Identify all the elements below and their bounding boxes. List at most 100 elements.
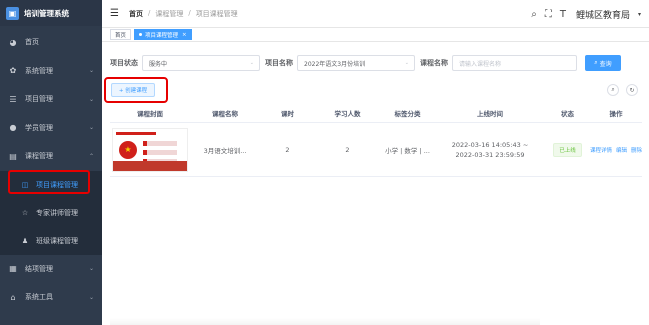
gear-icon: ✿ <box>9 66 17 76</box>
sidebar-item-home[interactable]: ◕ 首页 <box>0 28 102 57</box>
tag-project-course[interactable]: 项目课程管理 × <box>134 29 192 40</box>
sidebar-item-label: 课程管理 <box>25 152 53 161</box>
tags-view: 首页 项目课程管理 × <box>102 28 649 42</box>
breadcrumb: 首页 / 课程管理 / 项目课程管理 <box>128 8 238 19</box>
online-time-start: 2022-03-16 14:05:43 ~ <box>451 140 529 149</box>
column-header: 状态 <box>561 109 574 118</box>
sidebar-item-class-course[interactable]: ♟ 班级课程管理 <box>0 227 102 255</box>
navbar-right: ⌕ ⛶ T 鲤城区教育局 ▾ <box>531 0 641 28</box>
chevron-down-icon: ⌄ <box>88 67 94 75</box>
emblem-icon: ★ <box>119 140 137 159</box>
chevron-down-icon: ⌄ <box>88 124 94 132</box>
search-button[interactable]: ⌕ 查询 <box>585 55 621 71</box>
column-header: 课程名称 <box>212 109 238 118</box>
project-label: 项目名称 <box>265 59 293 67</box>
project-select-value: 2022年语文3月份培训 <box>304 60 366 68</box>
course-name-input[interactable]: 请输入课程名称 <box>452 55 577 71</box>
online-time-end: 2022-03-31 23:59:59 <box>455 150 525 159</box>
chevron-up-icon: ⌃ <box>88 152 94 160</box>
column-header: 课程封面 <box>137 109 163 118</box>
course-tags: 小学 | 数学 | ... <box>385 146 430 155</box>
search-toggle-icon[interactable]: ⌕ <box>607 84 619 96</box>
breadcrumb-item[interactable]: 首页 <box>129 9 143 19</box>
menu-toggle-icon[interactable]: ☰ <box>110 8 119 19</box>
course-cover-cell: ★ <box>110 127 190 172</box>
search-icon[interactable]: ⌕ <box>531 9 537 20</box>
operations-cell: 课程详情 编辑 删除 <box>590 146 642 154</box>
table-header: 课程封面 课程名称 课时 学习人数 标签分类 上线时间 状态 操作 <box>110 103 642 123</box>
navbar: ☰ 首页 / 课程管理 / 项目课程管理 ⌕ ⛶ T 鲤城区教育局 ▾ <box>102 0 649 28</box>
sidebar-item-label: 学员管理 <box>25 123 53 132</box>
status-label: 项目状态 <box>110 59 138 67</box>
app-logo[interactable]: ▣ 培训管理系统 <box>0 0 102 26</box>
star-icon: ☆ <box>21 208 29 217</box>
course-hours: 2 <box>285 145 290 154</box>
breadcrumb-item: 项目课程管理 <box>195 9 238 18</box>
sidebar-item-students[interactable]: ● 学员管理 ⌄ <box>0 114 102 143</box>
toolbox-icon: ⌂ <box>10 292 16 302</box>
org-dropdown[interactable]: 鲤城区教育局 <box>576 8 630 21</box>
course-name: 3月语文培训... <box>203 146 247 155</box>
column-header: 学习人数 <box>334 109 361 118</box>
sidebar-item-label: 系统工具 <box>25 293 53 302</box>
sidebar-item-label: 项目管理 <box>25 95 53 104</box>
chevron-down-icon: ⌄ <box>88 293 94 301</box>
course-label: 课程名称 <box>420 59 448 67</box>
table-row: ★ 3月语文培训... 2 2 小学 | 数学 | ... 2022-03-16… <box>110 123 642 177</box>
sidebar-item-closing[interactable]: ▦ 结项管理 ⌄ <box>0 255 102 284</box>
sidebar-item-system[interactable]: ✿ 系统管理 ⌄ <box>0 57 102 86</box>
sidebar-item-course[interactable]: ▤ 课程管理 ⌃ <box>0 142 102 171</box>
search-icon: ⌕ <box>594 59 598 66</box>
caret-down-icon[interactable]: ▾ <box>638 11 641 18</box>
logo-icon: ▣ <box>6 6 19 20</box>
sidebar-item-label: 班级课程管理 <box>36 236 78 245</box>
font-size-icon[interactable]: T <box>560 9 566 20</box>
project-select[interactable]: 2022年语文3月份培训 ⌄ <box>297 55 415 71</box>
status-badge: 已上线 <box>553 142 582 157</box>
user-icon: ● <box>9 123 17 133</box>
app-title: 培训管理系统 <box>24 8 69 18</box>
edit-link[interactable]: 编辑 <box>616 146 627 154</box>
tag-label: 首页 <box>115 32 127 39</box>
learner-count: 2 <box>345 145 350 154</box>
column-header: 课时 <box>281 109 294 118</box>
sidebar-item-project[interactable]: ☰ 项目管理 ⌄ <box>0 85 102 114</box>
column-header: 操作 <box>609 109 623 118</box>
sidebar-item-label: 首页 <box>25 38 39 47</box>
dashboard-icon: ◕ <box>9 37 17 47</box>
status-select[interactable]: 服务中 ⌄ <box>142 55 260 71</box>
footer-shadow <box>110 318 540 325</box>
course-cover-image[interactable]: ★ <box>112 127 188 172</box>
users-icon: ♟ <box>21 236 29 245</box>
main-content: 项目状态 服务中 ⌄ 项目名称 2022年语文3月份培训 ⌄ 课程名称 请输入课… <box>102 43 649 325</box>
close-icon[interactable]: × <box>182 32 187 38</box>
sidebar-item-label: 结项管理 <box>25 264 53 273</box>
chevron-down-icon: ⌄ <box>249 60 254 66</box>
document-icon: ▤ <box>9 151 17 161</box>
sidebar-item-experts[interactable]: ☆ 专家讲师管理 <box>0 199 102 227</box>
grid-icon: ▦ <box>9 264 17 274</box>
list-icon: ☰ <box>9 94 17 104</box>
tag-label: 项目课程管理 <box>145 32 179 39</box>
column-header: 标签分类 <box>394 109 421 118</box>
highlight-box <box>104 77 168 103</box>
fullscreen-icon[interactable]: ⛶ <box>545 9 552 20</box>
refresh-icon[interactable]: ↻ <box>626 84 638 96</box>
filter-bar: 项目状态 服务中 ⌄ 项目名称 2022年语文3月份培训 ⌄ 课程名称 请输入课… <box>110 55 621 71</box>
search-button-label: 查询 <box>599 60 612 68</box>
course-name-placeholder: 请输入课程名称 <box>459 60 502 68</box>
delete-link[interactable]: 删除 <box>631 146 642 154</box>
sidebar-item-label: 专家讲师管理 <box>36 208 78 217</box>
highlight-box <box>8 170 90 194</box>
sidebar: ▣ 培训管理系统 ◕ 首页 ✿ 系统管理 ⌄ ☰ 项目管理 ⌄ ● 学员管理 ⌄… <box>0 0 102 325</box>
sidebar-item-tools[interactable]: ⌂ 系统工具 ⌄ <box>0 283 102 312</box>
status-select-value: 服务中 <box>149 60 168 68</box>
sidebar-item-label: 系统管理 <box>25 66 53 75</box>
chevron-down-icon: ⌄ <box>88 95 94 103</box>
status-cell: 已上线 <box>545 142 590 157</box>
tag-home[interactable]: 首页 <box>110 29 132 40</box>
column-header: 上线时间 <box>477 109 503 118</box>
online-time: 2022-03-16 14:05:43 ~ 2022-03-31 23:59:5… <box>435 140 545 160</box>
course-detail-link[interactable]: 课程详情 <box>590 146 612 154</box>
breadcrumb-item: 课程管理 <box>155 9 184 18</box>
